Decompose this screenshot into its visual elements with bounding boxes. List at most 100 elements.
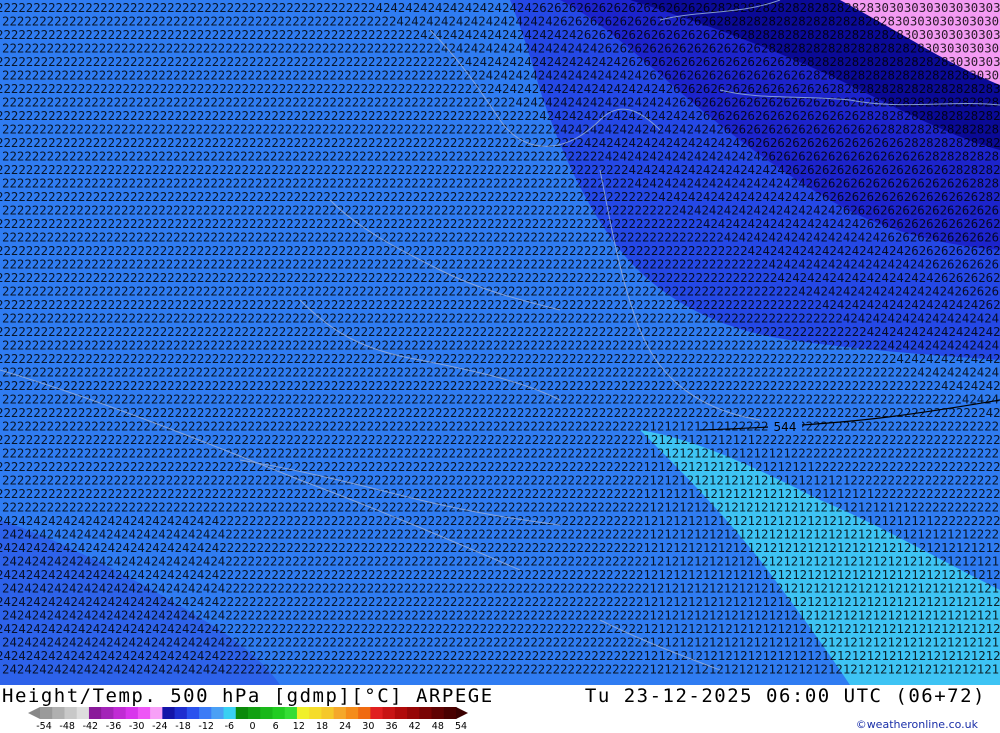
scale-swatch [52, 707, 65, 719]
scale-swatch [394, 707, 408, 719]
contour-row: 2222222222222222222222222222222222222222… [2, 258, 1000, 272]
scale-swatch [40, 707, 53, 719]
credit-link[interactable]: ©weatheronline.co.uk [856, 718, 978, 731]
contour-value-pattern: 2222222222222222222222222222222222222222… [0, 1, 1000, 677]
scale-tick-label: 42 [408, 721, 421, 732]
scale-swatch [125, 707, 139, 719]
scale-tick-label: -24 [152, 721, 168, 732]
scale-swatch [162, 707, 176, 719]
scale-swatch [284, 707, 298, 719]
scale-swatch [199, 707, 212, 719]
contour-row: 2222222222222222222222222222222222222222… [0, 460, 1000, 474]
isohypse-label: 544 [774, 420, 797, 434]
contour-row: 2222222222222222222222222222222222222222… [0, 190, 1000, 204]
contour-row: 2424242424242424242424242424242222222222… [2, 663, 1000, 677]
color-scale-bar [28, 707, 468, 719]
scale-tick-label: 48 [431, 721, 444, 732]
scale-swatch [333, 707, 347, 719]
contour-row: 2222222222222222222222222222222222222222… [0, 325, 1000, 339]
contour-row: 2222222222222222222222222222222222222222… [2, 366, 1000, 380]
contour-row: 2222222222222222222222222222222222222222… [2, 96, 1000, 110]
scale-tick-label: -6 [224, 721, 235, 732]
contour-row: 2424242424242424242424242424242222222222… [0, 568, 1000, 582]
scale-swatch [272, 707, 286, 719]
contour-row: 2222222222222222222222222222222222222222… [0, 379, 1000, 393]
contour-row: 2222222222222222222222222222222222222222… [2, 177, 1000, 191]
scale-swatch [358, 707, 371, 719]
scale-swatch [419, 707, 433, 719]
contour-row: 2222222222222222222222222222222222222222… [0, 136, 1000, 150]
contour-row: 2222222222222222222222222222222222222222… [0, 28, 1000, 42]
footer-bar: Height/Temp. 500 hPa [gdmp][°C] ARPEGE T… [0, 685, 1000, 733]
contour-row: 2222222222222222222222222222222222222222… [0, 163, 1000, 177]
contour-row: 2222222222222222222222222222222222222222… [2, 231, 1000, 245]
contour-row: 2222222222222222222222222222222222222222… [2, 69, 1000, 83]
scale-tick-label: 12 [292, 721, 305, 732]
scale-swatch [235, 707, 249, 719]
contour-row: 2222222222222222222222222222222222222222… [0, 298, 1000, 312]
scale-swatch [186, 707, 200, 719]
scale-swatch [150, 707, 163, 719]
scale-swatch [443, 707, 457, 719]
contour-row: 2222222222222222222222222222222222222222… [2, 339, 1000, 353]
scale-tick-label: -48 [59, 721, 75, 732]
scale-swatch [309, 707, 322, 719]
scale-tick-label: -36 [105, 721, 122, 732]
scale-swatch [76, 707, 90, 719]
contour-row: 2222222222222222222222222222222222222222… [2, 42, 1000, 56]
scale-tick-label: 18 [315, 721, 329, 732]
chart-title: Height/Temp. 500 hPa [gdmp][°C] ARPEGE [2, 685, 494, 707]
scale-arrow-left [28, 707, 40, 719]
scale-tick-label: 24 [339, 721, 352, 732]
contour-row: 2424242424242424242424242424242222222222… [2, 609, 1000, 623]
contour-row: 2424242424242424242424242424242222222222… [0, 649, 1000, 663]
scale-swatch [101, 707, 114, 719]
contour-row: 2222222222222222222222222222222222222222… [0, 352, 1000, 366]
scale-tick-label: -18 [175, 721, 191, 732]
scale-swatch [296, 707, 310, 719]
scale-tick-label: -30 [128, 721, 145, 732]
contour-row: 2424242424242424242424242424242222222222… [2, 528, 1000, 542]
scale-tick-label: -54 [36, 721, 52, 732]
scale-swatch [382, 707, 396, 719]
contour-row: 2222222222222222222222222222222222222222… [2, 150, 1000, 164]
scale-arrow-right [456, 707, 468, 719]
contour-row: 2222222222222222222222222222222222222222… [2, 447, 1000, 461]
scale-swatch [113, 707, 127, 719]
contour-row: 2222222222222222222222222222222222222222… [0, 55, 1000, 69]
contour-row: 2222222222222222222222222222222222222222… [0, 82, 1000, 96]
contour-row: 2222222222222222222222222222222222222222… [2, 123, 1000, 137]
contour-row: 2222222222222222222222222222222222222222… [0, 1, 1000, 15]
contour-row: 2424242424242424242424242424242222222222… [0, 595, 1000, 609]
contour-row: 2222222222222222222222222222222222222222… [2, 312, 1000, 326]
forecast-time: Tu 23-12-2025 06:00 UTC (06+72) [584, 685, 986, 707]
contour-row: 2424242424242424242424242424242222222222… [0, 541, 1000, 555]
contour-row: 2222222222222222222222222222222222222222… [0, 271, 1000, 285]
weather-map: 2222222222222222222222222222222222222222… [0, 0, 1000, 685]
scale-swatch [211, 707, 225, 719]
scale-swatch [431, 707, 445, 719]
scale-swatch [321, 707, 335, 719]
scale-tick-label: 54 [454, 721, 468, 732]
contour-row: 2424242424242424242424242424242222222222… [2, 582, 1000, 596]
scale-swatch [137, 707, 151, 719]
scale-tick-label: 6 [272, 721, 279, 732]
scale-swatch [407, 707, 420, 719]
contour-row: 2222222222222222222222222222222222222222… [2, 204, 1000, 218]
contour-row: 2222222222222222222222222222222222222222… [2, 285, 1000, 299]
contour-row: 2222222222222222222222222222222222222222… [0, 487, 1000, 501]
scale-swatch [64, 707, 78, 719]
contour-row: 2222222222222222222222222222222222222222… [2, 501, 1000, 515]
contour-row: 2222222222222222222222222222222222222222… [0, 433, 1000, 447]
contour-row: 2424242424242424242424242424242222222222… [0, 622, 1000, 636]
contour-row: 2222222222222222222222222222222222222222… [2, 474, 1000, 488]
scale-swatch [370, 707, 384, 719]
scale-tick-label: -12 [198, 721, 214, 732]
scale-tick-label: 0 [249, 721, 256, 732]
contour-row: 2424242424242424242424242424242222222222… [2, 636, 1000, 650]
contour-row: 2222222222222222222222222222222222222222… [0, 109, 1000, 123]
contour-row: 2222222222222222222222222222222222222222… [2, 393, 1000, 407]
color-scale-ticks: -54 -48 -42 -36 -30 -24 -18 -12 -6 0 6 12 18 24 30 36 42… [36, 721, 476, 733]
scale-swatch [174, 707, 188, 719]
scale-swatch [248, 707, 261, 719]
